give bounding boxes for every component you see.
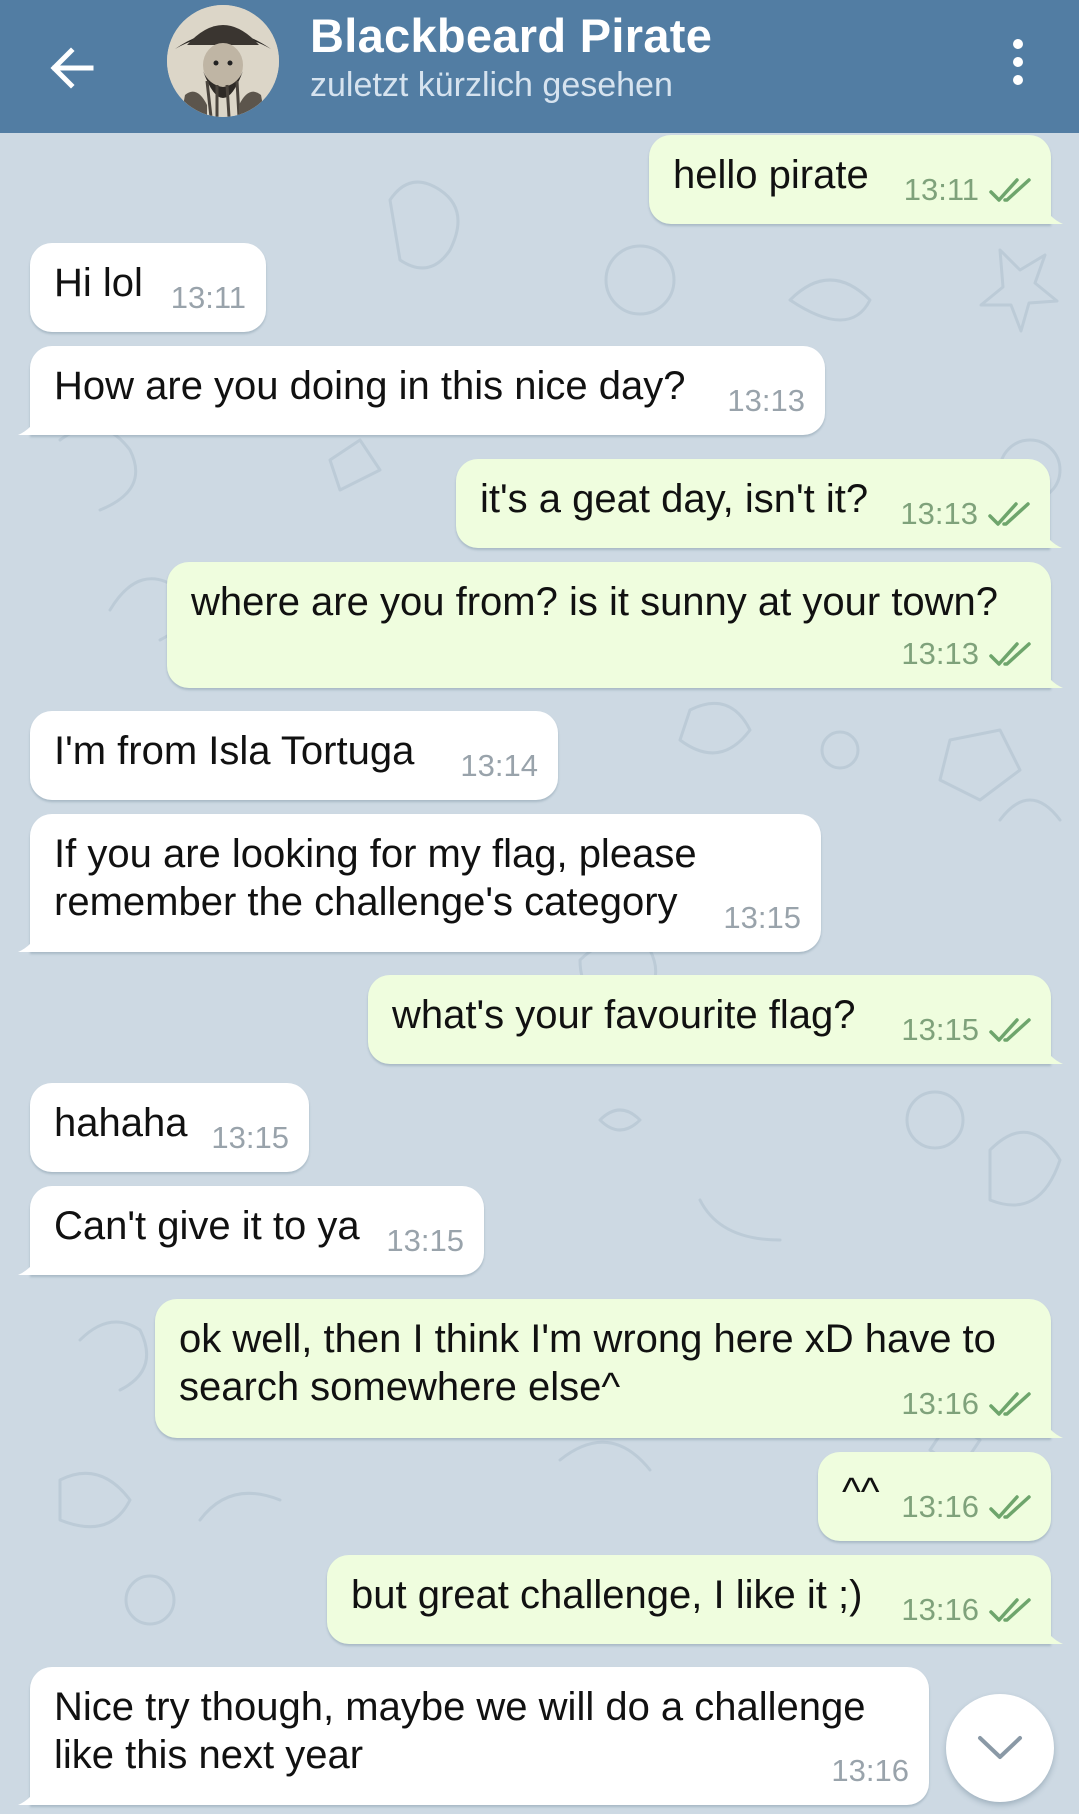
message-time: 13:13 [900, 496, 978, 531]
message-meta: 13:16 [901, 1483, 1033, 1531]
message-meta: 13:14 [460, 742, 538, 790]
message-meta: 13:11 [904, 166, 1033, 214]
outgoing-message[interactable]: what's your favourite flag? 13:15 [368, 975, 1063, 1064]
double-check-icon [988, 502, 1030, 526]
double-check-icon [989, 178, 1031, 202]
message-time: 13:16 [901, 1489, 979, 1524]
outgoing-message[interactable]: ok well, then I think I'm wrong here xD … [155, 1299, 1063, 1438]
double-check-icon [989, 1392, 1031, 1416]
message-time: 13:15 [386, 1223, 464, 1258]
incoming-message[interactable]: Can't give it to ya 13:15 [18, 1186, 484, 1275]
bubble-tail [18, 1253, 40, 1275]
bubble-tail [1041, 1622, 1063, 1644]
double-check-icon [989, 642, 1031, 666]
arrow-left-icon [50, 47, 94, 89]
message-meta: 13:13 [727, 377, 805, 425]
message-time: 13:11 [903, 172, 979, 207]
bubble-tail [1041, 666, 1063, 688]
message-time: 13:16 [831, 1753, 909, 1788]
message-meta: 13:15 [723, 894, 801, 942]
message-time: 13:11 [170, 280, 246, 315]
message-time: 13:13 [727, 383, 805, 418]
chat-title[interactable]: Blackbeard Pirate [310, 8, 712, 63]
chat-screen: Blackbeard Pirate zuletzt kürzlich geseh… [0, 0, 1079, 1814]
outgoing-message[interactable]: ^^ 13:16 [818, 1452, 1051, 1541]
outgoing-message[interactable]: but great challenge, I like it ;) 13:16 [327, 1555, 1063, 1644]
incoming-message[interactable]: I'm from Isla Tortuga 13:14 [30, 711, 558, 800]
bubble-tail [18, 1783, 40, 1805]
message-meta: 13:16 [901, 1586, 1033, 1634]
message-meta: 13:13 [900, 490, 1032, 538]
message-text: How are you doing in this nice day? [54, 364, 686, 408]
incoming-message[interactable]: Nice try though, maybe we will do a chal… [18, 1667, 929, 1805]
message-text: where are you from? is it sunny at your … [191, 580, 999, 624]
message-meta: 13:15 [386, 1217, 464, 1265]
chat-header: Blackbeard Pirate zuletzt kürzlich geseh… [0, 0, 1079, 133]
bubble-tail [1041, 202, 1063, 224]
bubble-tail [18, 930, 40, 952]
message-meta: 13:16 [831, 1747, 909, 1795]
incoming-message[interactable]: If you are looking for my flag, please r… [18, 814, 821, 952]
scroll-to-bottom-button[interactable] [946, 1694, 1054, 1802]
message-time: 13:14 [460, 748, 538, 783]
message-meta: 13:16 [901, 1380, 1033, 1428]
more-menu-button[interactable] [990, 30, 1046, 94]
bubble-tail [1041, 1416, 1063, 1438]
bubble-tail [1040, 526, 1062, 548]
double-check-icon [989, 1018, 1031, 1042]
message-time: 13:13 [901, 636, 979, 671]
last-seen-status: zuletzt kürzlich gesehen [310, 66, 673, 104]
incoming-message[interactable]: hahaha 13:15 [30, 1083, 309, 1172]
message-meta: 13:11 [171, 274, 246, 322]
message-meta: 13:13 [901, 630, 1033, 678]
incoming-message[interactable]: Hi lol 13:11 [30, 243, 266, 332]
bubble-tail [18, 413, 40, 435]
double-check-icon [989, 1495, 1031, 1519]
message-time: 13:15 [211, 1120, 289, 1155]
avatar[interactable] [167, 5, 279, 117]
message-text: Nice try though, maybe we will do a chal… [54, 1685, 866, 1777]
chevron-down-icon [978, 1736, 1022, 1759]
back-button[interactable] [30, 26, 114, 110]
outgoing-message[interactable]: it's a geat day, isn't it? 13:13 [456, 459, 1062, 548]
bubble-tail [1041, 1042, 1063, 1064]
message-time: 13:16 [901, 1386, 979, 1421]
outgoing-message[interactable]: hello pirate 13:11 [649, 135, 1063, 224]
double-check-icon [989, 1598, 1031, 1622]
message-time: 13:15 [723, 900, 801, 935]
message-time: 13:15 [901, 1012, 979, 1047]
incoming-message[interactable]: How are you doing in this nice day? 13:13 [18, 346, 825, 435]
outgoing-message[interactable]: where are you from? is it sunny at your … [167, 562, 1063, 688]
more-vertical-icon [1013, 39, 1023, 49]
message-text: If you are looking for my flag, please r… [54, 832, 697, 924]
message-meta: 13:15 [211, 1114, 289, 1162]
message-time: 13:16 [901, 1592, 979, 1627]
message-meta: 13:15 [901, 1006, 1033, 1054]
